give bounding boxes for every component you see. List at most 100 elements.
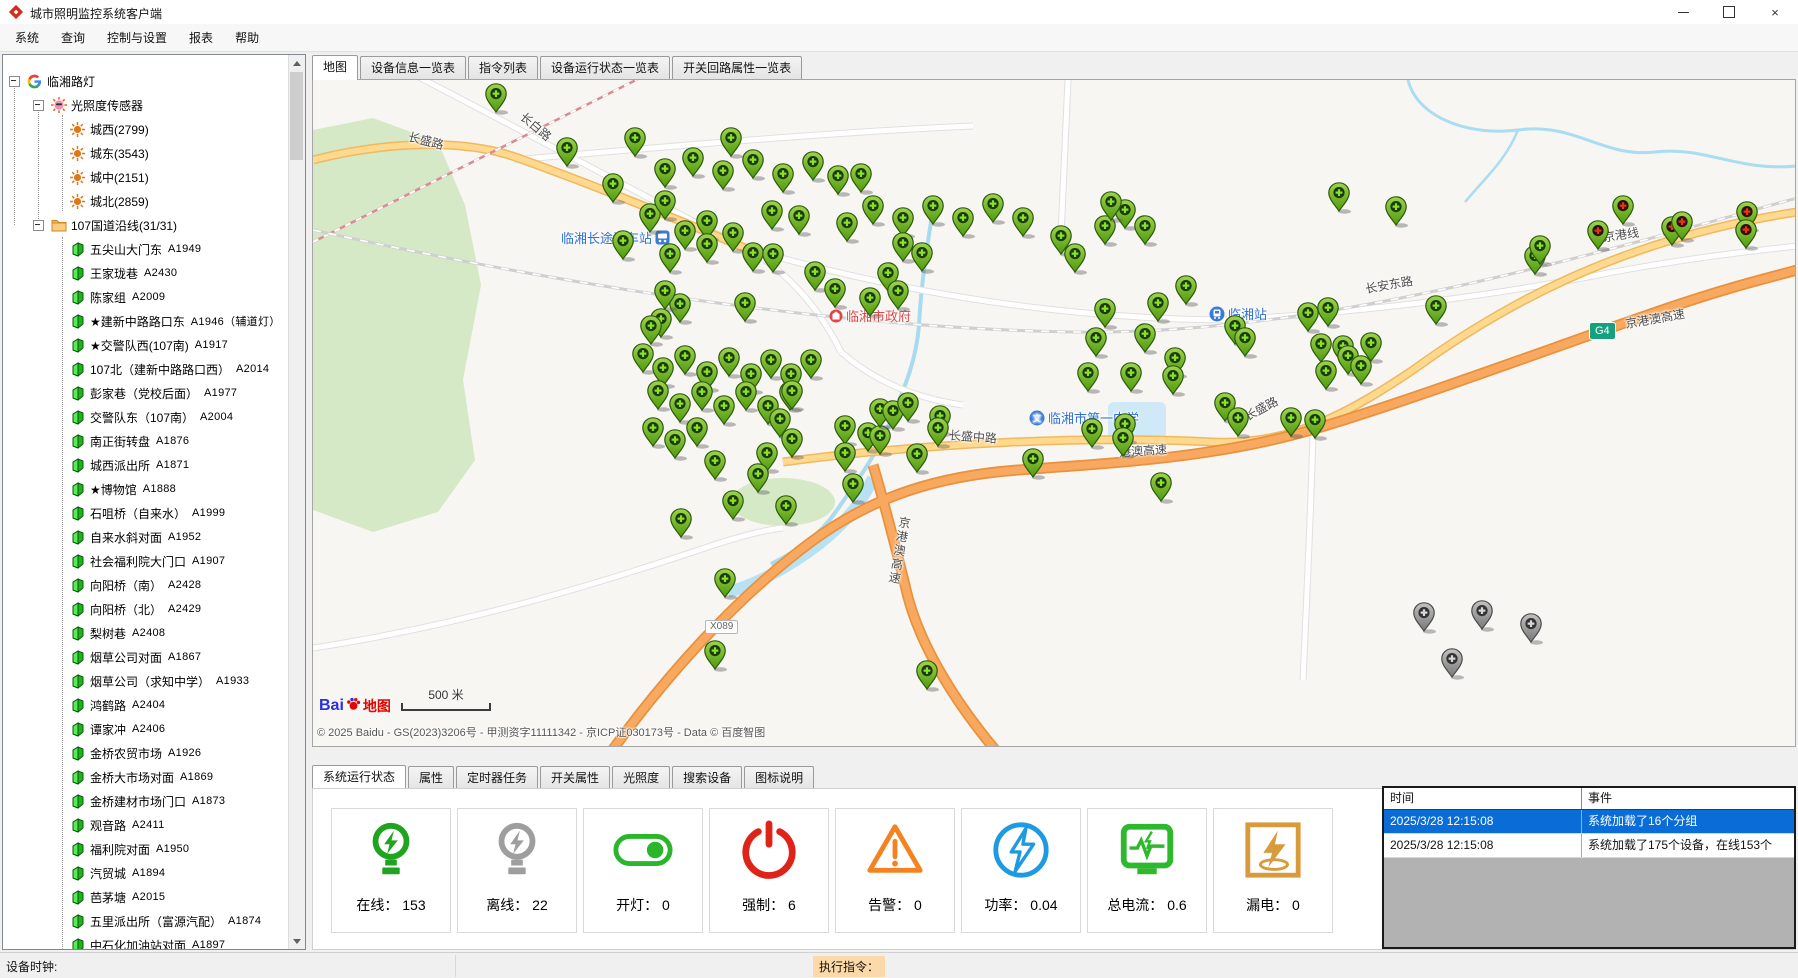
device-pin-green[interactable] bbox=[686, 417, 710, 449]
tree-item-device[interactable]: 石咀桥（自来水）A1999 bbox=[3, 501, 306, 525]
device-pin-green[interactable] bbox=[887, 280, 911, 312]
device-pin-green[interactable] bbox=[1315, 360, 1339, 392]
device-pin-green[interactable] bbox=[775, 495, 799, 527]
bottom-tab-4[interactable]: 开关属性 bbox=[540, 766, 610, 789]
tree-item-device[interactable]: ★建新中路路口东A1946（辅道灯） bbox=[3, 309, 306, 333]
device-pin-green[interactable] bbox=[682, 147, 706, 179]
tree-item-device[interactable]: 向阳桥（北）A2429 bbox=[3, 597, 306, 621]
device-pin-green[interactable] bbox=[916, 660, 940, 692]
device-pin-green[interactable] bbox=[674, 345, 698, 377]
device-pin-green[interactable] bbox=[1100, 191, 1124, 223]
tree-item-device[interactable]: 汽贸城A1894 bbox=[3, 861, 306, 885]
device-pin-green[interactable] bbox=[781, 428, 805, 460]
device-pin-green[interactable] bbox=[1150, 472, 1174, 504]
device-pin-green[interactable] bbox=[927, 417, 951, 449]
event-log-row[interactable]: 2025/3/28 12:15:08系统加载了16个分组 bbox=[1384, 810, 1794, 834]
device-pin-red[interactable] bbox=[1735, 219, 1759, 251]
tree-item-device[interactable]: ★交警队西(107南)A1917 bbox=[3, 333, 306, 357]
device-pin-green[interactable] bbox=[642, 417, 666, 449]
device-pin-green[interactable] bbox=[1077, 362, 1101, 394]
tree-expand-icon[interactable] bbox=[33, 220, 44, 231]
device-pin-green[interactable] bbox=[720, 127, 744, 159]
device-pin-green[interactable] bbox=[1385, 196, 1409, 228]
device-pin-green[interactable] bbox=[1317, 297, 1341, 329]
device-pin-green[interactable] bbox=[1147, 292, 1171, 324]
tree-item-group[interactable]: 城北(2859) bbox=[3, 189, 306, 213]
device-pin-green[interactable] bbox=[1134, 215, 1158, 247]
close-button[interactable]: × bbox=[1752, 0, 1798, 24]
tree-item-group[interactable]: 城西(2799) bbox=[3, 117, 306, 141]
tree-item-device[interactable]: 交警队东（107南）A2004 bbox=[3, 405, 306, 429]
device-pin-green[interactable] bbox=[1360, 332, 1384, 364]
device-pin-green[interactable] bbox=[670, 508, 694, 540]
menu-item-3[interactable]: 控制与设置 bbox=[96, 25, 178, 50]
device-pin-green[interactable] bbox=[747, 463, 771, 495]
menu-item-5[interactable]: 帮助 bbox=[224, 25, 270, 50]
tree-item-device[interactable]: 王家珑巷A2430 bbox=[3, 261, 306, 285]
device-pin-green[interactable] bbox=[1022, 448, 1046, 480]
device-pin-green[interactable] bbox=[1227, 407, 1251, 439]
device-pin-green[interactable] bbox=[772, 163, 796, 195]
tree-item-device[interactable]: 梨树巷A2408 bbox=[3, 621, 306, 645]
device-pin-green[interactable] bbox=[612, 230, 636, 262]
device-pin-green[interactable] bbox=[1328, 182, 1352, 214]
tree-item-device[interactable]: 烟草公司（求知中学）A1933 bbox=[3, 669, 306, 693]
device-pin-green[interactable] bbox=[718, 347, 742, 379]
tree-item-device[interactable]: 金桥农贸市场A1926 bbox=[3, 741, 306, 765]
device-pin-green[interactable] bbox=[1081, 418, 1105, 450]
device-pin-green[interactable] bbox=[762, 243, 786, 275]
menu-item-1[interactable]: 系统 bbox=[4, 25, 50, 50]
tree-expand-icon[interactable] bbox=[33, 100, 44, 111]
device-pin-green[interactable] bbox=[836, 212, 860, 244]
device-pin-green[interactable] bbox=[850, 163, 874, 195]
tree-item-device[interactable]: 烟草公司对面A1867 bbox=[3, 645, 306, 669]
tree-expand-icon[interactable] bbox=[9, 76, 20, 87]
device-pin-green[interactable] bbox=[1134, 323, 1158, 355]
bottom-tab-2[interactable]: 属性 bbox=[408, 766, 454, 789]
bottom-tab-7[interactable]: 图标说明 bbox=[744, 766, 814, 789]
device-pin-gray[interactable] bbox=[1413, 602, 1437, 634]
tree-item-device[interactable]: 金桥大市场对面A1869 bbox=[3, 765, 306, 789]
device-pin-green[interactable] bbox=[654, 158, 678, 190]
device-pin-green[interactable] bbox=[1529, 235, 1553, 267]
device-pin-green[interactable] bbox=[952, 207, 976, 239]
device-pin-green[interactable] bbox=[712, 160, 736, 192]
device-pin-gray[interactable] bbox=[1441, 648, 1465, 680]
tree-item-group[interactable]: 城中(2151) bbox=[3, 165, 306, 189]
tree-item-device[interactable]: 107北（建新中路路口西）A2014 bbox=[3, 357, 306, 381]
bottom-tab-5[interactable]: 光照度 bbox=[612, 766, 670, 789]
device-pin-green[interactable] bbox=[602, 173, 626, 205]
device-pin-green[interactable] bbox=[834, 442, 858, 474]
device-pin-green[interactable] bbox=[1120, 362, 1144, 394]
device-pin-green[interactable] bbox=[1280, 407, 1304, 439]
map-canvas[interactable]: 长盛路长白路长安东路长盛中路长盛路港澳高速京港线京港澳高速京港澳高速G4X089… bbox=[312, 80, 1796, 747]
tree-item-group[interactable]: 107国道沿线(31/31) bbox=[3, 213, 306, 237]
device-pin-green[interactable] bbox=[842, 473, 866, 505]
device-pin-green[interactable] bbox=[761, 200, 785, 232]
device-pin-gray[interactable] bbox=[1471, 600, 1495, 632]
tree-item-device[interactable]: 社会福利院大门口A1907 bbox=[3, 549, 306, 573]
tree-item-root[interactable]: 临湘路灯 bbox=[3, 69, 306, 93]
device-pin-green[interactable] bbox=[982, 193, 1006, 225]
device-pin-green[interactable] bbox=[1064, 243, 1088, 275]
device-pin-red[interactable] bbox=[1587, 220, 1611, 252]
device-pin-green[interactable] bbox=[788, 205, 812, 237]
tree-item-device[interactable]: 芭茅塘A2015 bbox=[3, 885, 306, 909]
tree-item-device[interactable]: 五里派出所（富源汽配）A1874 bbox=[3, 909, 306, 933]
device-pin-green[interactable] bbox=[1112, 427, 1136, 459]
device-pin-green[interactable] bbox=[664, 429, 688, 461]
tree-item-device[interactable]: 中石化加油站对面A1897 bbox=[3, 933, 306, 950]
tree-item-device[interactable]: 福利院对面A1950 bbox=[3, 837, 306, 861]
device-pin-green[interactable] bbox=[485, 83, 509, 115]
device-pin-green[interactable] bbox=[800, 349, 824, 381]
tree-item-device[interactable]: 南正街转盘A1876 bbox=[3, 429, 306, 453]
device-pin-green[interactable] bbox=[1162, 365, 1186, 397]
menu-item-4[interactable]: 报表 bbox=[178, 25, 224, 50]
tree-item-device[interactable]: 陈家组A2009 bbox=[3, 285, 306, 309]
event-log-row[interactable]: 2025/3/28 12:15:08系统加载了175个设备，在线153个 bbox=[1384, 834, 1794, 858]
tree-item-device[interactable]: 向阳桥（南）A2428 bbox=[3, 573, 306, 597]
device-pin-green[interactable] bbox=[1012, 207, 1036, 239]
device-pin-green[interactable] bbox=[714, 568, 738, 600]
tree-item-device[interactable]: 自来水斜对面A1952 bbox=[3, 525, 306, 549]
device-pin-green[interactable] bbox=[911, 242, 935, 274]
